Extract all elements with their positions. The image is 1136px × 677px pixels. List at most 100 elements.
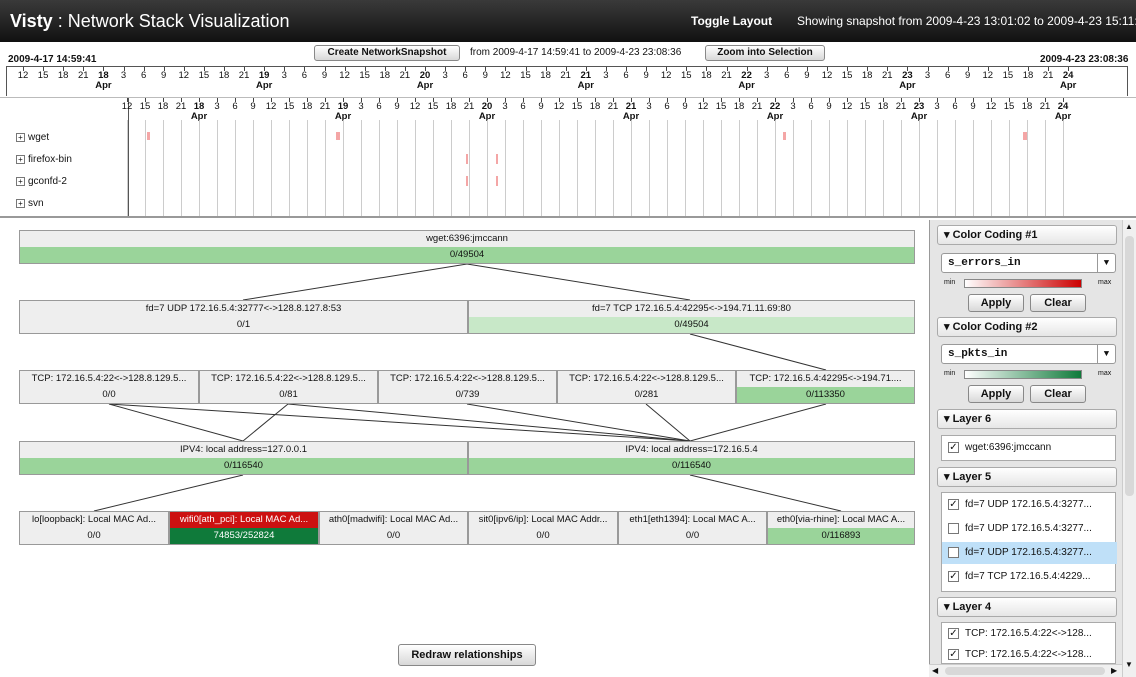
timeline-tick-label: 15 [715, 101, 727, 112]
interface-node[interactable]: ath0[madwifi]: Local MAC Ad... 0/0 [319, 511, 468, 545]
clear-button[interactable]: Clear [1030, 385, 1086, 403]
app-title: Visty : Network Stack Visualization [10, 11, 289, 32]
timeline-tick-label: 12 [982, 70, 994, 81]
timeline-gridline [649, 120, 650, 216]
scrollbar-thumb[interactable] [945, 667, 1105, 675]
clear-button[interactable]: Clear [1030, 294, 1086, 312]
timeline-tick-label: 23 Apr [910, 101, 928, 122]
tcp-node[interactable]: TCP: 172.16.5.4:22<->128.8.129.5... 0/0 [19, 370, 199, 404]
process-row[interactable]: + wget [16, 132, 49, 143]
color-coding-2-header[interactable]: ▾ Color Coding #2 [937, 317, 1117, 337]
layer-item-checkbox[interactable]: fd=7 UDP 172.16.5.4:3277... [942, 518, 1117, 540]
section-label: Color Coding #2 [952, 321, 1038, 333]
relationship-edge [93, 474, 244, 512]
relationship-edge [242, 403, 289, 442]
process-row[interactable]: + svn [16, 198, 44, 209]
expand-icon[interactable]: + [16, 176, 25, 186]
interface-node[interactable]: eth0[via-rhine]: Local MAC A... 0/116893 [767, 511, 915, 545]
color-coding-1-select[interactable]: s_errors_in ▼ [941, 253, 1116, 273]
checkbox[interactable]: ✓ [948, 441, 959, 453]
app-header: Visty : Network Stack Visualization Togg… [0, 0, 1136, 42]
relationship-edge [645, 403, 691, 442]
layer-5-list: ✓ fd=7 UDP 172.16.5.4:3277... fd=7 UDP 17… [941, 492, 1117, 592]
interface-node[interactable]: sit0[ipv6/ip]: Local MAC Addr... 0/0 [468, 511, 618, 545]
panel-vertical-scrollbar[interactable]: ▲ ▼ [1122, 220, 1136, 677]
layer-item-label: fd=7 UDP 172.16.5.4:3277... [965, 547, 1092, 558]
fd-node-tcp[interactable]: fd=7 TCP 172.16.5.4:42295<->194.71.11.69… [468, 300, 915, 334]
redraw-relationships-button[interactable]: Redraw relationships [398, 644, 536, 666]
scroll-right-icon[interactable]: ▶ [1111, 666, 1117, 675]
timeline-tick-label: 19 Apr [334, 101, 352, 122]
checkbox[interactable]: ✓ [948, 627, 959, 639]
activity-mark [466, 154, 468, 164]
checkbox[interactable]: ✓ [948, 570, 959, 582]
timeline-gridline [397, 120, 398, 216]
timeline-tick-label: 22 Apr [738, 70, 755, 91]
process-row[interactable]: + gconfd-2 [16, 176, 67, 187]
tcp-node[interactable]: TCP: 172.16.5.4:22<->128.8.129.5... 0/73… [378, 370, 557, 404]
node-title: TCP: 172.16.5.4:22<->128.8.129.5... [569, 373, 724, 384]
expand-icon[interactable]: + [16, 132, 25, 142]
checkbox[interactable] [948, 546, 959, 558]
timeline-tick-label: 21 Apr [577, 70, 594, 91]
activity-mark [147, 132, 150, 140]
interface-node[interactable]: eth1[eth1394]: Local MAC A... 0/0 [618, 511, 767, 545]
timeline-tick-label: 23 Apr [899, 70, 916, 91]
detail-axis: 12 15 18 21 18 Apr 3 6 9 12 15 18 21 19 Apr 3 6 9 12 15 18 21… [122, 98, 1126, 216]
layer-item-checkbox[interactable]: fd=7 UDP 172.16.5.4:3277... [942, 542, 1117, 564]
ipv4-node-local[interactable]: IPV4: local address=172.16.5.4 0/116540 [468, 441, 915, 475]
overview-timeline[interactable]: 2009-4-17 14:59:41 2009-4-23 23:08:36 Cr… [0, 43, 1136, 98]
layer-item-checkbox[interactable]: ✓ TCP: 172.16.5.4:22<->128... [942, 623, 1117, 645]
node-title: eth1[eth1394]: Local MAC A... [629, 514, 756, 525]
scroll-up-icon[interactable]: ▲ [1125, 222, 1133, 231]
side-panel: ▾ Color Coding #1 s_errors_in ▼ min max A… [929, 220, 1122, 677]
tcp-node[interactable]: TCP: 172.16.5.4:22<->128.8.129.5... 0/28… [557, 370, 736, 404]
timeline-tick-label: 9 [161, 70, 167, 81]
layer-4-header[interactable]: ▾ Layer 4 [937, 597, 1117, 617]
timeline-tick-label: 3 [214, 101, 220, 112]
activity-mark [496, 176, 498, 186]
color-coding-1-header[interactable]: ▾ Color Coding #1 [937, 225, 1117, 245]
timeline-tick-label: 15 [139, 101, 151, 112]
apply-button[interactable]: Apply [968, 385, 1024, 403]
layer-item-checkbox[interactable]: ✓ TCP: 172.16.5.4:22<->128... [942, 644, 1117, 666]
layer-item-checkbox[interactable]: ✓ fd=7 UDP 172.16.5.4:3277... [942, 494, 1117, 516]
checkbox[interactable]: ✓ [948, 648, 959, 660]
toggle-layout-button[interactable]: Toggle Layout [691, 14, 772, 28]
timeline-tick-label: 21 [78, 70, 89, 81]
apply-button[interactable]: Apply [968, 294, 1024, 312]
layer-item-checkbox[interactable]: ✓ fd=7 TCP 172.16.5.4:4229... [942, 566, 1117, 588]
process-row[interactable]: + firefox-bin [16, 154, 72, 165]
color-coding-2-select[interactable]: s_pkts_in ▼ [941, 344, 1116, 364]
timeline-tick-label: 6 [376, 101, 382, 112]
timeline-tick-label: 12 [339, 70, 350, 81]
interface-node[interactable]: wifi0[ath_pci]: Local MAC Ad... 74853/25… [169, 511, 319, 545]
checkbox[interactable] [948, 522, 959, 534]
layer-item-checkbox[interactable]: ✓ wget:6396:jmccann [942, 437, 1117, 459]
layer-6-header[interactable]: ▾ Layer 6 [937, 409, 1117, 429]
ipv4-node-loopback[interactable]: IPV4: local address=127.0.0.1 0/116540 [19, 441, 468, 475]
checkbox[interactable]: ✓ [948, 498, 959, 510]
timeline-tick-label: 21 [882, 70, 893, 81]
panel-horizontal-scrollbar[interactable]: ◀ ▶ [929, 664, 1122, 677]
timeline-gridline [1009, 120, 1010, 216]
timeline-tick-label: 12 [265, 101, 277, 112]
layer-item-label: fd=7 UDP 172.16.5.4:3277... [965, 499, 1092, 510]
timeline-tick-label: 3 [358, 101, 364, 112]
process-node[interactable]: wget:6396:jmccann 0/49504 [19, 230, 915, 264]
expand-icon[interactable]: + [16, 198, 25, 208]
scrollbar-thumb[interactable] [1125, 236, 1134, 496]
create-snapshot-button[interactable]: Create NetworkSnapshot [314, 45, 460, 61]
layer-5-header[interactable]: ▾ Layer 5 [937, 467, 1117, 487]
overview-axis[interactable]: 12 15 18 21 18 Apr 3 6 9 12 15 18 21 19 Apr 3 6 9 12 15 18 21… [6, 66, 1128, 96]
timeline-gridline [1027, 120, 1028, 216]
tcp-node[interactable]: TCP: 172.16.5.4:42295<->194.71.... 0/113… [736, 370, 915, 404]
zoom-selection-button[interactable]: Zoom into Selection [705, 45, 825, 61]
interface-node[interactable]: lo[loopback]: Local MAC Ad... 0/0 [19, 511, 169, 545]
tcp-node[interactable]: TCP: 172.16.5.4:22<->128.8.129.5... 0/81 [199, 370, 378, 404]
expand-icon[interactable]: + [16, 154, 25, 164]
detail-timeline[interactable]: 12 15 18 21 18 Apr 3 6 9 12 15 18 21 19 Apr 3 6 9 12 15 18 21… [0, 98, 1136, 218]
scroll-left-icon[interactable]: ◀ [932, 666, 938, 675]
scroll-down-icon[interactable]: ▼ [1125, 660, 1133, 669]
fd-node-udp[interactable]: fd=7 UDP 172.16.5.4:32777<->128.8.127.8:… [19, 300, 468, 334]
